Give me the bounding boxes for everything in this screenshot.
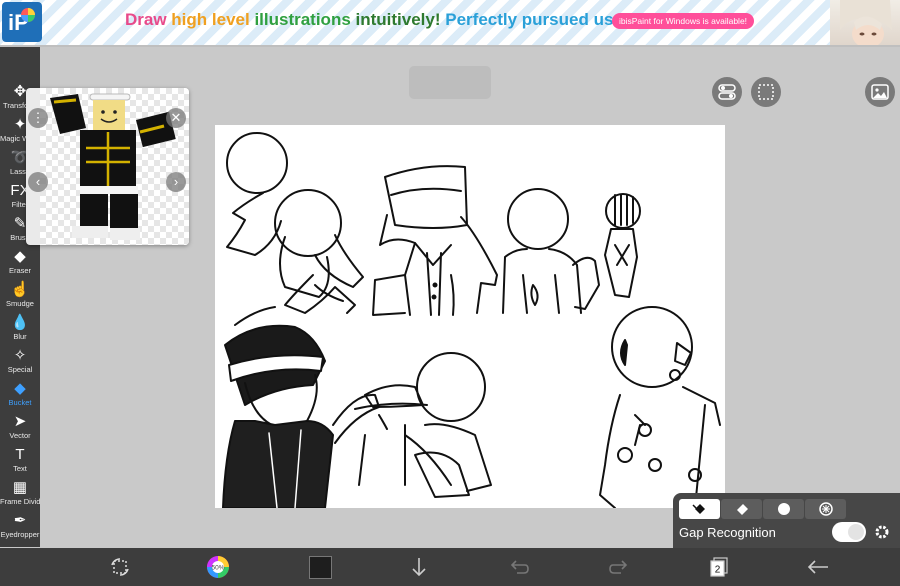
color-opacity-text: 50% [211, 565, 224, 572]
color-wheel-icon: 50% [207, 556, 229, 578]
download-button[interactable] [407, 556, 431, 578]
bottom-toolbar: 50% 2 [0, 548, 900, 586]
layers-button[interactable]: 2 [707, 556, 731, 578]
tool-eraser[interactable]: ◆ Eraser [0, 246, 40, 279]
tool-label: Special [7, 365, 33, 374]
pattern-fill-icon [818, 502, 833, 516]
tool-eyedropper[interactable]: ✒ Eyedropper [0, 510, 40, 543]
layer-count: 2 [715, 565, 721, 576]
toggle-toolbar-button[interactable] [712, 77, 742, 107]
tool-text[interactable]: T Text [0, 444, 40, 477]
ad-headline-part: high level [171, 10, 255, 29]
layers-icon: 2 [710, 557, 728, 577]
tool-label: Text [13, 464, 27, 473]
blur-drop-icon: 💧 [10, 314, 30, 331]
arrow-left-icon [807, 560, 828, 574]
tool-vector[interactable]: ➤ Vector [0, 411, 40, 444]
tool-label: Vector [9, 431, 31, 440]
tool-blur[interactable]: 💧 Blur [0, 312, 40, 345]
eyedropper-icon: ✒ [13, 512, 27, 529]
rotate-arrows-icon [111, 558, 129, 576]
undo-button[interactable] [507, 556, 531, 578]
ref-close-icon[interactable]: ✕ [166, 108, 186, 128]
ref-next-chevron-icon[interactable]: › [166, 172, 186, 192]
text-icon: T [15, 446, 25, 463]
arrow-down-icon [412, 558, 426, 577]
bucket-icon: ◆ [14, 380, 26, 397]
redo-icon [609, 560, 628, 574]
bucket-mode-circle[interactable] [763, 499, 804, 519]
tool-label: Eraser [8, 266, 32, 275]
switches-icon [718, 84, 736, 100]
color-wheel-button[interactable]: 50% [206, 556, 230, 578]
ref-menu-button[interactable]: ⋮ [28, 108, 48, 128]
drawing-canvas[interactable] [215, 125, 725, 508]
tool-special[interactable]: ✧ Special [0, 345, 40, 378]
gap-recognition-toggle[interactable] [832, 522, 866, 542]
bucket-mode-fill[interactable] [679, 499, 720, 519]
dashed-square-icon [758, 84, 774, 100]
tool-label: Eyedropper [0, 530, 40, 539]
eraser-fill-icon [736, 504, 748, 515]
cursor-icon: ➤ [13, 413, 27, 430]
color-swatch [308, 555, 332, 579]
eraser-icon: ◆ [14, 248, 26, 265]
undo-icon [510, 560, 529, 574]
ad-character-image [830, 0, 900, 45]
bucket-settings-panel: Gap Recognition [673, 493, 900, 548]
tool-label: Smudge [6, 299, 34, 308]
special-icon: ✧ [13, 347, 27, 364]
bucket-mode-pattern[interactable] [805, 499, 846, 519]
redo-button[interactable] [607, 556, 631, 578]
gap-recognition-label: Gap Recognition [679, 525, 776, 540]
bucket-fill-icon [691, 504, 705, 514]
sketch-drawing [222, 132, 721, 508]
back-button[interactable] [806, 556, 830, 578]
circle-fill-icon [777, 503, 790, 515]
frame-divider-icon: ▦ [12, 479, 28, 496]
ibispaint-logo-icon[interactable]: iP [2, 2, 42, 42]
reference-window-button[interactable] [865, 77, 895, 107]
image-icon [871, 84, 889, 100]
windows-available-badge[interactable]: ibisPaint for Windows is available! [612, 13, 755, 29]
selection-button[interactable] [751, 77, 781, 107]
tool-label: Bucket [8, 398, 32, 407]
bucket-mode-eraser[interactable] [721, 499, 762, 519]
smudge-icon: ☝ [10, 281, 30, 298]
tool-label: Frame Divider [0, 497, 40, 506]
transform-quick-button[interactable] [108, 556, 132, 578]
ad-headline[interactable]: Draw high level illustrations intuitivel… [125, 10, 668, 30]
top-info-pill[interactable] [409, 66, 491, 99]
reference-window[interactable]: ⋮ ✕ ‹ › [26, 88, 189, 245]
tool-label: Blur [13, 332, 27, 341]
tool-bucket[interactable]: ◆ Bucket [0, 378, 40, 411]
tool-smudge[interactable]: ☝ Smudge [0, 279, 40, 312]
current-color-swatch[interactable] [308, 555, 332, 579]
ad-headline-part: Draw [125, 10, 172, 29]
tool-frame-divider[interactable]: ▦Frame Divider [0, 477, 40, 510]
ad-headline-part: illustrations [254, 10, 356, 29]
gear-icon[interactable] [873, 523, 891, 541]
ad-banner[interactable]: iP Draw high level illustrations intuiti… [0, 0, 900, 47]
ref-prev-chevron-icon[interactable]: ‹ [28, 172, 48, 192]
ad-headline-part: intuitively! [355, 10, 446, 29]
